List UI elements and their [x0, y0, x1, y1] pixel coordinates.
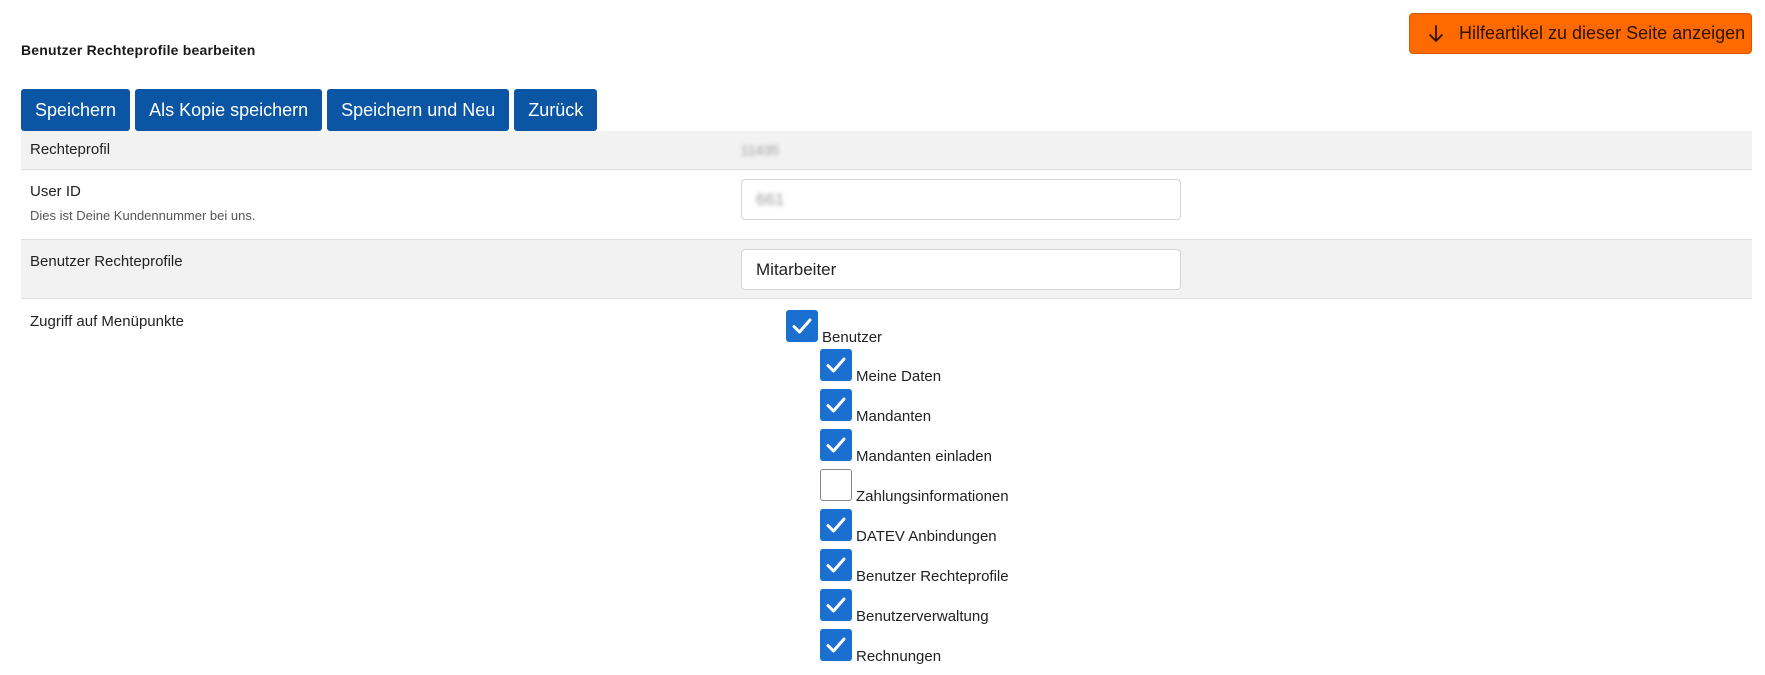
checkmark-icon: [826, 597, 846, 613]
checkbox-label: Benutzer Rechteprofile: [856, 568, 1009, 585]
checkbox-item[interactable]: Benutzerverwaltung: [820, 589, 989, 625]
profile-name-input[interactable]: Mitarbeiter: [741, 249, 1181, 290]
checkmark-icon: [826, 437, 846, 453]
checkbox-item[interactable]: Mandanten einladen: [820, 429, 992, 465]
checkbox-label: Mandanten einladen: [856, 448, 992, 465]
row-profile-name: Benutzer Rechteprofile Mitarbeiter: [21, 240, 1752, 299]
checkbox-item[interactable]: Meine Daten: [820, 349, 941, 385]
user-id-hint: Dies ist Deine Kundennummer bei uns.: [30, 208, 256, 223]
checkmark-icon: [826, 557, 846, 573]
checkbox-box[interactable]: [820, 589, 852, 621]
rechteprofil-label: Rechteprofil: [30, 141, 111, 158]
profile-name-label: Benutzer Rechteprofile: [30, 253, 183, 270]
help-article-label: Hilfeartikel zu dieser Seite anzeigen: [1459, 23, 1746, 43]
checkbox-box[interactable]: [820, 509, 852, 541]
checkbox-label: DATEV Anbindungen: [856, 528, 997, 545]
checkmark-icon: [826, 357, 846, 373]
checkbox-box[interactable]: [820, 389, 852, 421]
checkbox-label: Rechnungen: [856, 648, 942, 665]
page-title: Benutzer Rechteprofile bearbeiten: [21, 42, 256, 58]
arrow-down-icon: [1426, 24, 1446, 44]
checkbox-item[interactable]: DATEV Anbindungen: [820, 509, 997, 545]
checkmark-icon: [826, 517, 846, 533]
user-id-input[interactable]: 661: [741, 179, 1181, 220]
checkbox-benutzer[interactable]: Benutzer: [786, 310, 882, 346]
checkbox-box[interactable]: [820, 629, 852, 661]
checkbox-label: Benutzer: [822, 329, 883, 346]
row-rechteprofil: Rechteprofil 11435: [21, 131, 1752, 170]
menu-access-label: Zugriff auf Menüpunkte: [30, 313, 184, 330]
checkbox-item[interactable]: Rechnungen: [820, 629, 941, 665]
save-as-copy-button[interactable]: Als Kopie speichern: [135, 89, 323, 131]
checkmark-icon: [792, 318, 812, 334]
checkbox-item[interactable]: Benutzer Rechteprofile: [820, 549, 1009, 585]
form-table: Rechteprofil 11435 User ID Dies ist Dein…: [21, 131, 1752, 675]
checkbox-label: Benutzerverwaltung: [856, 608, 989, 625]
checkmark-icon: [826, 397, 846, 413]
save-button[interactable]: Speichern: [21, 89, 131, 131]
back-button[interactable]: Zurück: [514, 89, 598, 131]
page: Benutzer Rechteprofile bearbeiten Hilfea…: [0, 0, 1765, 675]
toolbar: Speichern Als Kopie speichern Speichern …: [21, 89, 598, 131]
checkbox-box[interactable]: [820, 469, 852, 501]
checkbox-label: Mandanten: [856, 408, 932, 425]
checkbox-label: Meine Daten: [856, 368, 942, 385]
user-id-label: User ID: [30, 183, 81, 200]
checkmark-icon: [826, 637, 846, 653]
checkbox-box[interactable]: [820, 429, 852, 461]
profile-name-value: Mitarbeiter: [756, 259, 837, 279]
checkbox-box[interactable]: [786, 310, 818, 342]
user-id-value: 661: [756, 189, 785, 209]
rechteprofil-value: 11435: [741, 142, 779, 158]
row-user-id: User ID Dies ist Deine Kundennummer bei …: [21, 170, 1752, 240]
help-article-button[interactable]: Hilfeartikel zu dieser Seite anzeigen: [1409, 13, 1752, 54]
checkbox-item[interactable]: Mandanten: [820, 389, 931, 425]
checkbox-box[interactable]: [820, 349, 852, 381]
checkbox-item[interactable]: Zahlungsinformationen: [820, 469, 1009, 505]
row-menu-access: Zugriff auf Menüpunkte Benutzer Meine Da…: [21, 299, 1752, 675]
checkbox-label: Zahlungsinformationen: [856, 488, 1009, 505]
save-and-new-button[interactable]: Speichern und Neu: [327, 89, 510, 131]
checkbox-box[interactable]: [820, 549, 852, 581]
